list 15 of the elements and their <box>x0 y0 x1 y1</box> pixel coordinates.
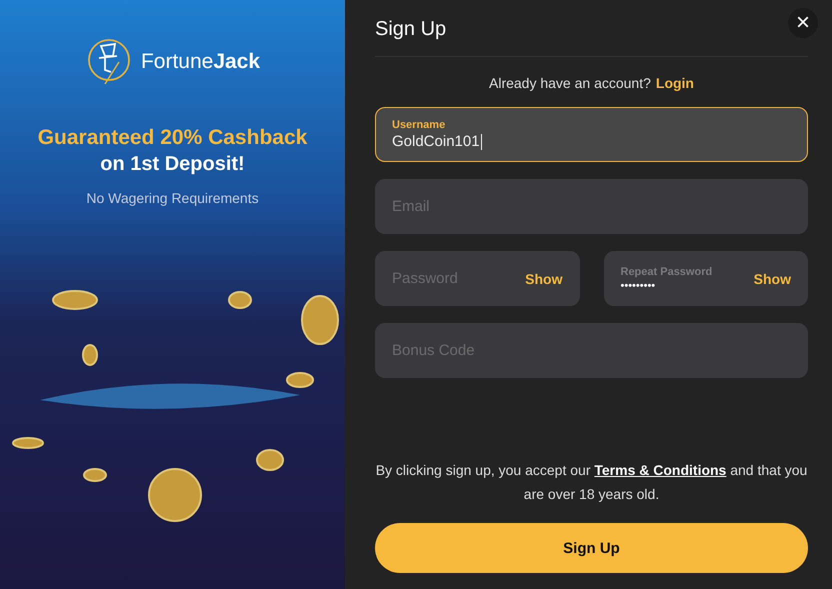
login-prompt: Already have an account? <box>489 75 651 91</box>
promo-headline: Guaranteed 20% Cashback <box>38 126 308 150</box>
terms-text: By clicking sign up, you accept our Terms & Conditions and that you are over 18 years old. <box>375 461 808 504</box>
login-link[interactable]: Login <box>656 75 694 91</box>
dialog-title: Sign Up <box>375 16 446 40</box>
brand-logo-text: FortuneJack <box>140 50 260 74</box>
show-password-link[interactable]: Show <box>754 270 791 286</box>
promo-subheadline: on 1st Deposit! <box>100 153 245 176</box>
terms-link[interactable]: Terms & Conditions <box>594 462 726 478</box>
input-field[interactable]: Username GoldCoin101 <box>375 107 808 162</box>
close-button[interactable]: × <box>788 8 818 38</box>
sign-up-button[interactable]: Sign Up <box>375 523 808 573</box>
promo-note: No Wagering Requirements <box>86 190 259 206</box>
show-password-link[interactable]: Show <box>525 270 562 286</box>
password-field[interactable]: Repeat Password ••••••••• Show <box>604 251 808 306</box>
